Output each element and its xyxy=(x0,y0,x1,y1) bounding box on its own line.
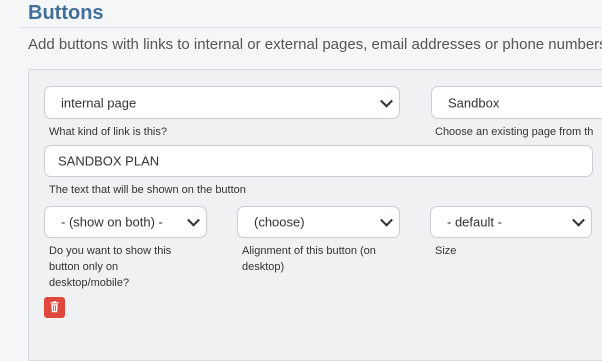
page-label: Choose an existing page from th xyxy=(435,126,594,138)
alignment-value: (choose) xyxy=(254,214,305,230)
alignment-label: Alignment of this button (on desktop) xyxy=(242,245,376,273)
chevron-down-icon xyxy=(380,213,393,227)
chevron-down-icon xyxy=(572,213,585,227)
size-label: Size xyxy=(435,245,457,257)
chevron-down-icon xyxy=(187,213,200,227)
size-value: - default - xyxy=(447,214,502,230)
page-select[interactable]: Sandbox xyxy=(431,86,602,119)
alignment-select[interactable]: (choose) xyxy=(237,206,400,238)
section-title: Buttons xyxy=(28,2,104,24)
show-on-select[interactable]: - (show on both) - xyxy=(44,206,207,238)
link-type-select[interactable]: internal page xyxy=(44,86,400,119)
size-select[interactable]: - default - xyxy=(430,206,592,238)
link-type-value: internal page xyxy=(61,95,137,110)
delete-button[interactable] xyxy=(44,297,65,318)
divider xyxy=(20,27,602,28)
section-description: Add buttons with links to internal or ex… xyxy=(28,36,602,53)
trash-icon xyxy=(50,301,59,313)
page-value: Sandbox xyxy=(448,95,500,110)
button-text-label: The text that will be shown on the butto… xyxy=(49,184,246,196)
show-on-value: - (show on both) - xyxy=(61,214,163,230)
button-text-input[interactable]: SANDBOX PLAN xyxy=(44,145,593,177)
link-type-label: What kind of link is this? xyxy=(49,126,167,138)
button-text-value: SANDBOX PLAN xyxy=(58,153,160,169)
chevron-down-icon xyxy=(380,94,393,108)
show-on-label: Do you want to show this button only on … xyxy=(49,245,172,289)
